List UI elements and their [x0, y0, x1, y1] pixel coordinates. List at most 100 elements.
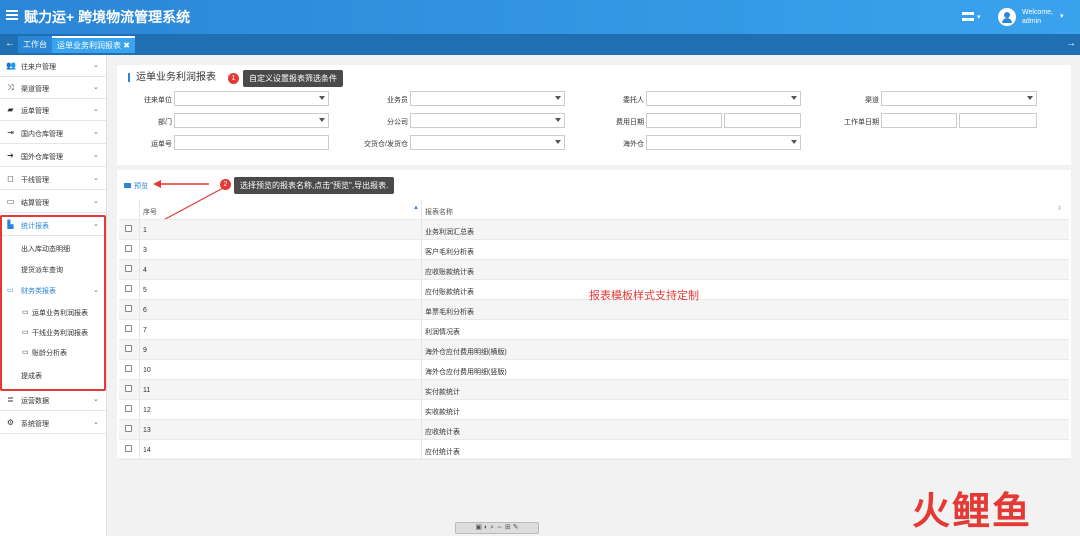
- row-name: 应收统计表: [425, 429, 460, 436]
- table-row[interactable]: 1 业务利润汇总表: [119, 220, 1069, 240]
- table-row[interactable]: 4 应收账款统计表: [119, 260, 1069, 280]
- sidebar-item-system[interactable]: ⚙ 系统管理 ⌄: [0, 412, 107, 434]
- filter-panel: 运单业务利润报表 1 自定义设置报表筛选条件 往来单位 业务员 委托人 渠道 部…: [117, 65, 1071, 165]
- tab-workbench[interactable]: 工作台: [18, 36, 52, 53]
- chevron-down-icon: ⌄: [93, 396, 99, 403]
- row-checkbox[interactable]: [125, 225, 132, 232]
- row-checkbox[interactable]: [125, 265, 132, 272]
- consignor-select[interactable]: [646, 91, 801, 106]
- dept-select[interactable]: [174, 113, 329, 128]
- top-navbar: 赋力运+ 跨境物流管理系统 ▾ Welcome, admin ▾: [0, 0, 1080, 34]
- step-badge-1: 1: [228, 73, 239, 84]
- salesman-select[interactable]: [410, 91, 565, 106]
- row-checkbox[interactable]: [125, 325, 132, 332]
- job-date-start-input[interactable]: [881, 113, 957, 128]
- row-checkbox[interactable]: [125, 445, 132, 452]
- fee-date-end-input[interactable]: [724, 113, 801, 128]
- image-toolbar[interactable]: ▣ ◐ ⌕ ⇔ ⊞ ✎: [455, 522, 539, 534]
- col-name-header[interactable]: 报表名称: [425, 207, 453, 217]
- table-row[interactable]: 9 海外仓应付费用明细(横版): [119, 340, 1069, 360]
- row-checkbox[interactable]: [125, 365, 132, 372]
- warehouse-select[interactable]: [410, 135, 565, 150]
- main-content: 运单业务利润报表 1 自定义设置报表筛选条件 往来单位 业务员 委托人 渠道 部…: [107, 55, 1080, 536]
- row-checkbox[interactable]: [125, 345, 132, 352]
- table-row[interactable]: 12 实收款统计: [119, 400, 1069, 420]
- table-row[interactable]: 3 客户毛利分析表: [119, 240, 1069, 260]
- avatar[interactable]: [998, 8, 1016, 26]
- sidebar-item-overseas-warehouse[interactable]: ➔ 国外仓库管理 ⌄: [0, 145, 107, 167]
- report-list-panel: 预览 2 选择预览的报表名称,点击"预览",导出报表. 序号 ▲ 报表名称 ⇕ …: [117, 170, 1071, 460]
- table-row[interactable]: 6 单票毛利分析表: [119, 300, 1069, 320]
- table-row[interactable]: 13 应收统计表: [119, 420, 1069, 440]
- channel-select[interactable]: [881, 91, 1037, 106]
- label-warehouse: 交货仓/发货仓: [364, 141, 408, 148]
- sidebar-item-clients[interactable]: 👥 往来户管理 ⌄: [0, 55, 107, 77]
- row-name: 利润情况表: [425, 329, 460, 336]
- sidebar-item-label: 结算管理: [21, 200, 49, 207]
- chevron-down-icon[interactable]: ▾: [977, 13, 981, 21]
- chevron-down-icon: ⌄: [93, 62, 99, 69]
- row-name: 应付统计表: [425, 449, 460, 456]
- row-no: 9: [143, 347, 147, 354]
- sidebar-item-label: 渠道管理: [21, 86, 49, 93]
- job-date-end-input[interactable]: [959, 113, 1037, 128]
- row-name: 应付账款统计表: [425, 289, 474, 296]
- row-checkbox[interactable]: [125, 245, 132, 252]
- sidebar-item-trunk-line[interactable]: ◻ 干线管理 ⌄: [0, 168, 107, 190]
- row-checkbox[interactable]: [125, 285, 132, 292]
- sidebar-item-settlement[interactable]: ▭ 结算管理 ⌄: [0, 191, 107, 213]
- row-checkbox[interactable]: [125, 405, 132, 412]
- user-chevron-down-icon[interactable]: ▾: [1060, 12, 1064, 20]
- sidebar-item-channels[interactable]: ⤨ 渠道管理 ⌄: [0, 77, 107, 99]
- sign-in-icon: ⇥: [7, 128, 14, 137]
- row-name: 客户毛利分析表: [425, 249, 474, 256]
- menu-icon[interactable]: [6, 10, 18, 20]
- arrow-left-icon[interactable]: ←: [5, 38, 15, 49]
- label-branch: 分公司: [387, 119, 408, 126]
- callout-filter-tip: 自定义设置报表筛选条件: [243, 70, 343, 87]
- row-checkbox[interactable]: [125, 425, 132, 432]
- user-info[interactable]: Welcome, admin: [1022, 8, 1053, 26]
- client-select[interactable]: [174, 91, 329, 106]
- row-no: 5: [143, 287, 147, 294]
- sidebar-item-label: 往来户管理: [21, 64, 56, 71]
- label-channel: 渠道: [865, 97, 879, 104]
- row-name: 业务利润汇总表: [425, 229, 474, 236]
- label-fee-date: 费用日期: [616, 119, 644, 126]
- sidebar-item-label: 运营数据: [21, 398, 49, 405]
- page-title: 运单业务利润报表: [128, 73, 216, 83]
- row-no: 11: [143, 387, 151, 394]
- sort-asc-icon[interactable]: ▲: [413, 205, 419, 211]
- table-row[interactable]: 7 利润情况表: [119, 320, 1069, 340]
- row-name: 应收账款统计表: [425, 269, 474, 276]
- overseas-select[interactable]: [646, 135, 801, 150]
- sidebar-item-operations-data[interactable]: ≣ 运营数据 ⌄: [0, 389, 107, 411]
- table-row[interactable]: 10 海外仓应付费用明细(竖版): [119, 360, 1069, 380]
- row-checkbox[interactable]: [125, 385, 132, 392]
- sidebar-item-waybills[interactable]: ▰ 运单管理 ⌄: [0, 99, 107, 121]
- grid-icon[interactable]: [962, 12, 974, 21]
- chevron-down-icon: ⌄: [93, 129, 99, 136]
- fee-date-start-input[interactable]: [646, 113, 722, 128]
- database-icon: ≣: [7, 395, 14, 404]
- sidebar-item-domestic-warehouse[interactable]: ⇥ 国内仓库管理 ⌄: [0, 122, 107, 144]
- row-no: 13: [143, 427, 151, 434]
- table-row[interactable]: 11 实付款统计: [119, 380, 1069, 400]
- tab-waybill-profit-report[interactable]: 运单业务利润报表 ✖: [52, 36, 135, 53]
- branch-select[interactable]: [410, 113, 565, 128]
- label-overseas: 海外仓: [623, 141, 644, 148]
- video-icon: [124, 183, 131, 188]
- sidebar-item-label: 干线管理: [21, 177, 49, 184]
- watermark-logo: 火鲤鱼: [912, 491, 1033, 533]
- col-no-header[interactable]: 序号: [143, 207, 157, 217]
- custom-template-note: 报表模板样式支持定制: [589, 290, 699, 302]
- table-header: 序号 ▲ 报表名称 ⇕: [119, 200, 1069, 220]
- arrow-right-icon[interactable]: →: [1066, 38, 1076, 49]
- row-name: 海外仓应付费用明细(竖版): [425, 369, 507, 376]
- table-row[interactable]: 14 应付统计表: [119, 440, 1069, 460]
- bookmark-icon: ◻: [7, 174, 14, 183]
- row-name: 海外仓应付费用明细(横版): [425, 349, 507, 356]
- sort-icon[interactable]: ⇕: [1057, 205, 1062, 212]
- row-checkbox[interactable]: [125, 305, 132, 312]
- waybill-input[interactable]: [174, 135, 329, 150]
